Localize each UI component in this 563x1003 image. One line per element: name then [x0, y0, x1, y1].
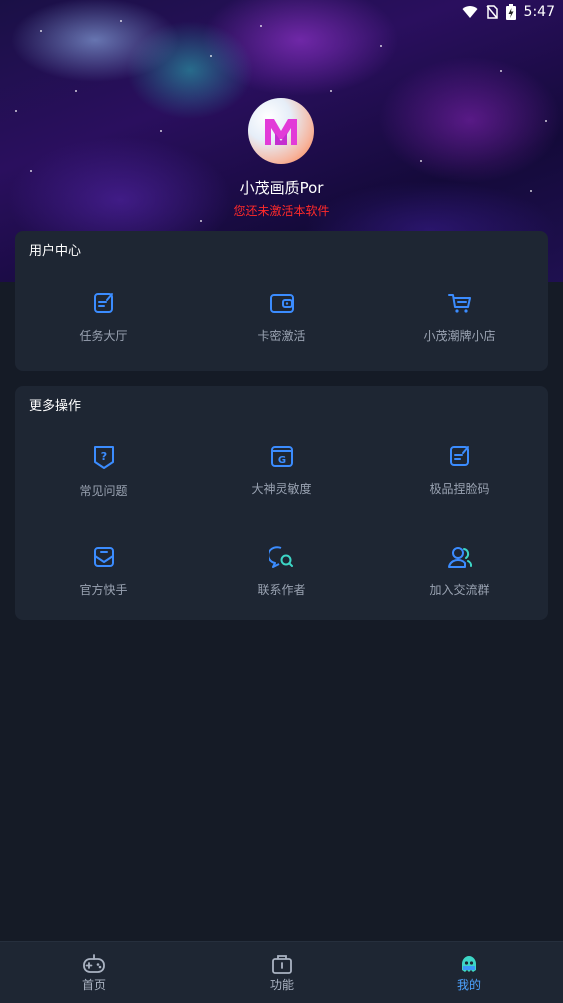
profile-name: 小茂画质Por	[239, 179, 324, 197]
nav-home[interactable]: 首页	[0, 942, 188, 1003]
mascot-icon	[462, 956, 476, 972]
sensitivity-button[interactable]: G 大神灵敏度	[193, 444, 370, 497]
official-kuaishou-label: 官方快手	[79, 583, 128, 597]
avatar[interactable]	[248, 98, 314, 164]
activation-notice[interactable]: 您还未激活本软件	[0, 202, 563, 219]
more-actions-title: 更多操作	[29, 399, 82, 414]
shop-label: 小茂潮牌小店	[423, 329, 496, 343]
official-kuaishou-button[interactable]: 官方快手	[15, 545, 192, 598]
question-shield-icon: ?	[93, 446, 114, 469]
bottom-navigation: 首页 功能 我的	[0, 941, 563, 1003]
edit-note-icon	[449, 446, 469, 466]
nav-mine[interactable]: 我的	[375, 942, 563, 1003]
join-group-button[interactable]: 加入交流群	[371, 545, 548, 598]
shop-button[interactable]: 小茂潮牌小店	[371, 291, 548, 344]
wifi-icon	[462, 6, 478, 19]
faq-label: 常见问题	[79, 484, 128, 498]
app-logo-icon	[265, 119, 297, 145]
nav-home-label: 首页	[81, 978, 106, 992]
no-sim-icon	[485, 5, 498, 19]
join-group-label: 加入交流群	[429, 583, 490, 597]
card-wallet-icon	[269, 294, 294, 313]
gamepad-icon	[83, 954, 105, 973]
shopping-cart-icon	[447, 294, 471, 313]
nav-features-label: 功能	[269, 978, 294, 992]
chat-search-icon	[268, 546, 293, 568]
inbox-icon	[93, 547, 114, 567]
face-code-label: 极品捏脸码	[429, 482, 490, 496]
more-actions-card: 更多操作 ? 常见问题 G 大神灵敏度 极品捏脸码 官方快手 联系作者 加入交流…	[15, 386, 548, 620]
nav-features[interactable]: 功能	[188, 942, 376, 1003]
g-window-icon: G	[270, 446, 293, 467]
group-users-icon	[447, 547, 472, 568]
task-hall-button[interactable]: 任务大厅	[15, 291, 192, 344]
status-bar: 5:47	[462, 4, 555, 20]
card-activation-button[interactable]: 卡密激活	[193, 291, 370, 344]
card-activation-label: 卡密激活	[257, 329, 306, 343]
svg-text:G: G	[277, 455, 285, 466]
battery-charging-icon	[505, 4, 516, 20]
face-code-button[interactable]: 极品捏脸码	[371, 444, 548, 497]
task-edit-icon	[93, 293, 113, 313]
user-center-card: 用户中心 任务大厅 卡密激活 小茂潮牌小店	[15, 231, 548, 371]
svg-text:?: ?	[100, 450, 106, 463]
task-hall-label: 任务大厅	[79, 329, 128, 343]
contact-author-button[interactable]: 联系作者	[193, 545, 370, 598]
user-center-title: 用户中心	[29, 244, 82, 259]
faq-button[interactable]: ? 常见问题	[15, 444, 192, 499]
nav-mine-label: 我的	[456, 978, 481, 992]
contact-author-label: 联系作者	[257, 583, 306, 597]
sensitivity-label: 大神灵敏度	[251, 482, 312, 496]
toolbox-icon	[272, 955, 292, 974]
status-time: 5:47	[523, 4, 555, 20]
